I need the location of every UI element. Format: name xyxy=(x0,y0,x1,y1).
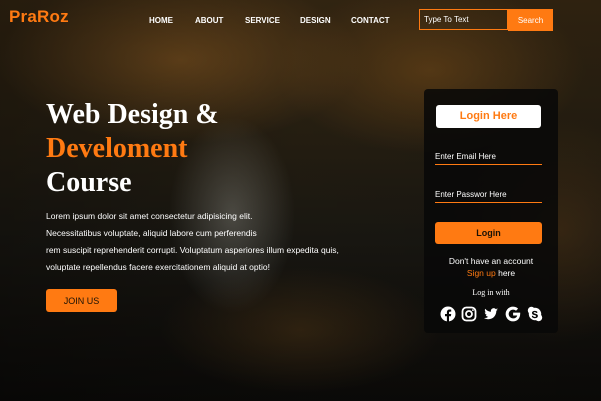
join-us-button[interactable]: JOIN US xyxy=(46,289,117,312)
hero-description: Lorem ipsum dolor sit amet consectetur a… xyxy=(46,208,346,276)
nav-item-design[interactable]: DESIGN xyxy=(300,16,331,25)
signup-prompt: Don't have an account Sign up here xyxy=(424,255,558,279)
hero-title-line-2: Develoment xyxy=(46,133,188,164)
facebook-icon[interactable] xyxy=(440,306,456,322)
nav-item-service[interactable]: SERVICE xyxy=(245,16,280,25)
login-header: Login Here xyxy=(436,105,541,128)
login-with-label: Log in with xyxy=(472,288,510,297)
hero-description-line: rem suscipit reprehenderit corrupti. Vol… xyxy=(46,245,339,255)
instagram-icon[interactable] xyxy=(461,306,477,322)
hero-description-line: voluptate repellendus facere exercitatio… xyxy=(46,262,270,272)
signup-line: Sign up here xyxy=(424,267,558,279)
skype-icon[interactable] xyxy=(527,306,543,322)
twitter-icon[interactable] xyxy=(483,306,499,322)
social-login-icons xyxy=(440,306,550,324)
nav-item-about[interactable]: ABOUT xyxy=(195,16,223,25)
email-field[interactable] xyxy=(435,149,542,165)
google-icon[interactable] xyxy=(505,306,521,322)
nav-item-contact[interactable]: CONTACT xyxy=(351,16,390,25)
login-panel: Login Here Login Don't have an account S… xyxy=(424,89,558,333)
hero-title: Web Design & Develoment Course xyxy=(46,98,219,200)
signup-suffix: here xyxy=(495,268,516,278)
hero-title-line-3: Course xyxy=(46,167,132,198)
hero-description-line: Necessitatibus voluptate, aliquid labore… xyxy=(46,228,257,238)
nav-item-home[interactable]: HOME xyxy=(149,16,173,25)
signup-link[interactable]: Sign up xyxy=(467,268,496,278)
login-button[interactable]: Login xyxy=(435,222,542,244)
hero-description-line: Lorem ipsum dolor sit amet consectetur a… xyxy=(46,211,253,221)
search-input[interactable] xyxy=(419,9,508,30)
hero-title-line-1: Web Design & xyxy=(46,99,219,130)
no-account-text: Don't have an account xyxy=(448,256,534,266)
search-button[interactable]: Search xyxy=(508,9,553,31)
password-field[interactable] xyxy=(435,187,542,203)
